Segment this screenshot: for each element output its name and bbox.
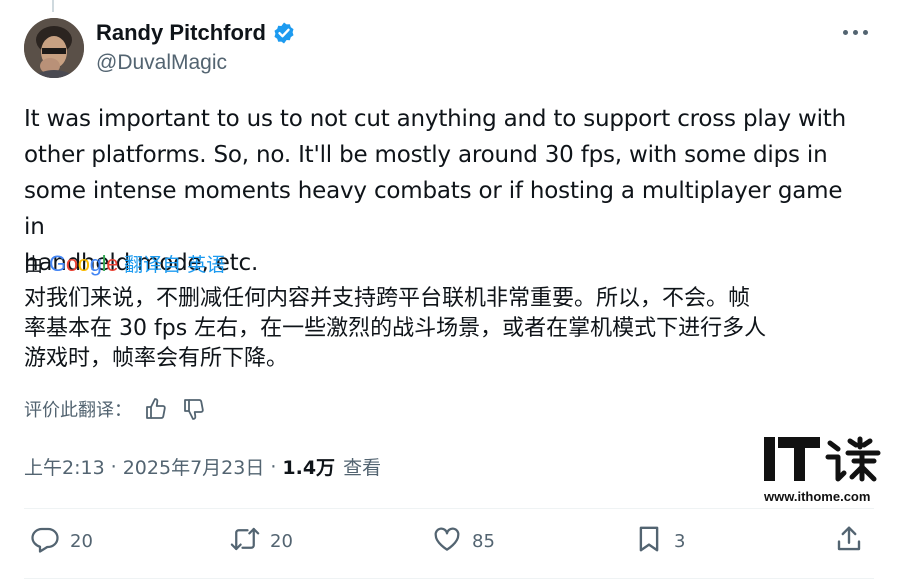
- ithome-watermark: www.ithome.com: [762, 433, 886, 509]
- repost-button[interactable]: 20: [230, 524, 293, 559]
- tweet-date[interactable]: 2025年7月23日: [123, 453, 265, 480]
- bookmark-count: 3: [674, 531, 686, 552]
- reply-button[interactable]: 20: [30, 524, 93, 559]
- by-label: 由: [24, 254, 44, 276]
- more-icon[interactable]: [842, 22, 870, 42]
- repost-count: 20: [270, 531, 293, 552]
- tweet-time[interactable]: 上午2:13: [24, 453, 105, 480]
- tweet-header: Randy Pitchford @DuvalMagic: [24, 16, 874, 80]
- divider: [24, 578, 874, 579]
- repost-icon: [230, 524, 260, 559]
- author-handle[interactable]: @DuvalMagic: [96, 51, 227, 75]
- separator-dot: ·: [110, 455, 117, 478]
- avatar[interactable]: [24, 18, 84, 78]
- views-label: 查看: [343, 457, 382, 479]
- verified-badge-icon: [272, 21, 296, 45]
- reply-count: 20: [70, 531, 93, 552]
- like-button[interactable]: 85: [432, 524, 495, 559]
- reply-icon: [30, 524, 60, 559]
- like-count: 85: [472, 531, 495, 552]
- tweet-meta: 上午2:13 · 2025年7月23日 · 1.4万 查看: [24, 453, 381, 480]
- author-name[interactable]: Randy Pitchford: [96, 20, 266, 46]
- google-logo: Google: [49, 250, 119, 276]
- views-count: 1.4万: [282, 457, 336, 479]
- rate-translation-label: 评价此翻译：: [24, 400, 132, 421]
- thumbs-up-icon[interactable]: [144, 397, 168, 421]
- action-bar: 20 20 85 3: [24, 524, 874, 564]
- share-icon: [834, 524, 864, 559]
- translated-text: 对我们来说，不删减任何内容并支持跨平台联机非常重要。所以，不会。帧 率基本在 3…: [24, 286, 767, 371]
- bookmark-button[interactable]: 3: [634, 524, 685, 559]
- like-icon: [432, 524, 462, 559]
- translation-attribution: 由 Google 翻译自 英语: [24, 250, 225, 277]
- translated-from-link[interactable]: 翻译自 英语: [124, 250, 225, 277]
- thumbs-down-icon[interactable]: [182, 397, 206, 421]
- separator-dot: ·: [270, 455, 277, 478]
- divider: [24, 508, 874, 509]
- thread-line: [52, 0, 54, 12]
- rate-translation: 评价此翻译：: [24, 396, 206, 422]
- share-button[interactable]: [834, 524, 864, 559]
- watermark-url: www.ithome.com: [764, 489, 871, 504]
- bookmark-icon: [634, 524, 664, 559]
